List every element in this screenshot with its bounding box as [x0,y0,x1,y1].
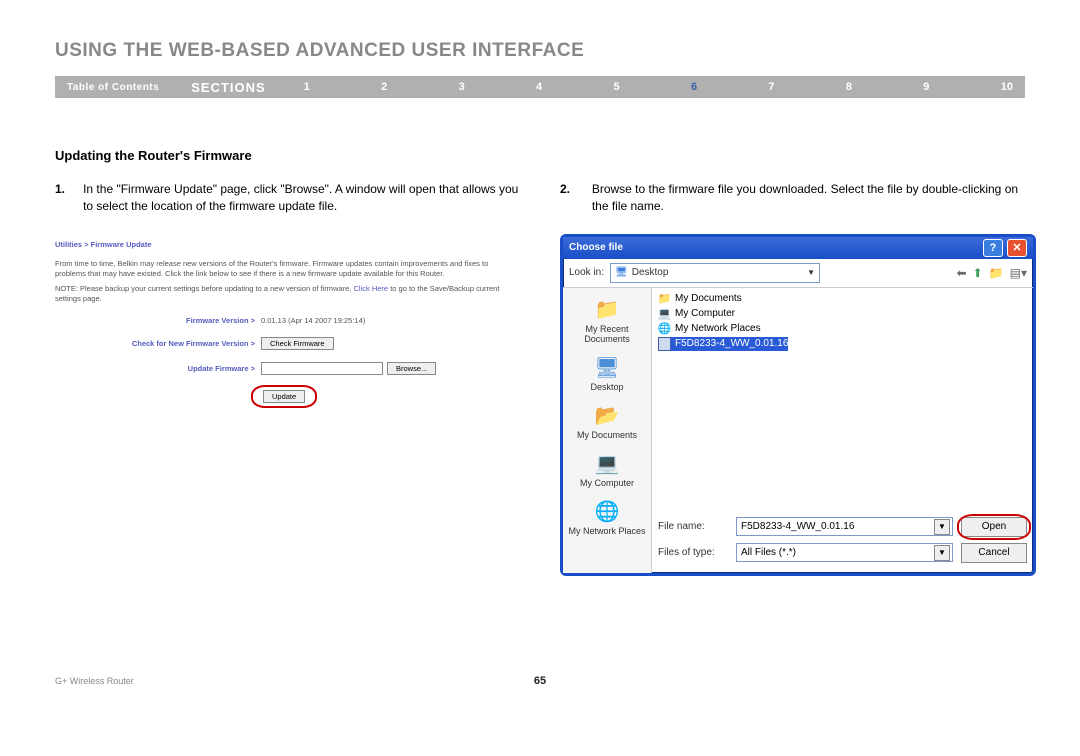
nav-sec-2[interactable]: 2 [381,81,387,93]
nav-toc-link[interactable]: Table of Contents [55,82,171,93]
nav-sec-1[interactable]: 1 [304,81,310,93]
dialog-title-bar: Choose file ? ✕ [563,237,1033,259]
chevron-down-icon[interactable]: ▼ [934,545,950,561]
list-item[interactable]: 📁 My Documents [658,292,1027,306]
choose-file-dialog: Choose file ? ✕ Look in: 🖥 Desktop ▼ [560,234,1036,576]
step-1-text: In the "Firmware Update" page, click "Br… [83,181,520,216]
check-firmware-button[interactable]: Check Firmware [261,337,334,350]
look-in-combo[interactable]: 🖥 Desktop ▼ [610,263,820,283]
firmware-version-label: Firmware Version > [55,316,261,325]
files-of-type-select[interactable]: All Files (*.*) ▼ [736,543,953,562]
list-item-selected[interactable]: F5D8233-4_WW_0.01.16 [658,337,788,351]
step-2-text: Browse to the firmware file you download… [592,181,1025,216]
firmware-update-panel: Utilities > Firmware Update From time to… [55,234,520,412]
browse-button[interactable]: Browse... [387,362,436,375]
nav-sec-7[interactable]: 7 [768,81,774,93]
dialog-toolbar: Look in: 🖥 Desktop ▼ ⬅ ⬆ 📁 ▤▾ [563,259,1033,288]
sub-heading: Updating the Router's Firmware [55,148,520,163]
page-number: 65 [534,675,546,687]
mycomp-icon: 💻 [592,450,622,478]
check-firmware-label: Check for New Firmware Version > [55,339,261,348]
computer-icon: 💻 [658,307,671,320]
nav-sec-10[interactable]: 10 [1001,81,1013,93]
step-2-num: 2. [560,181,574,216]
nav-sec-5[interactable]: 5 [613,81,619,93]
nav-sec-6[interactable]: 6 [691,81,697,93]
file-name-label: File name: [658,521,728,532]
open-button[interactable]: Open [961,517,1027,537]
file-name-input[interactable]: F5D8233-4_WW_0.01.16 ▼ [736,517,953,536]
look-in-value: Desktop [632,267,669,278]
desktop-icon: 🖥 [615,267,628,278]
update-button[interactable]: Update [263,390,305,403]
update-firmware-label: Update Firmware > [55,364,261,373]
dialog-bottom: File name: F5D8233-4_WW_0.01.16 ▼ Open F… [652,511,1033,573]
step-1-num: 1. [55,181,65,216]
chevron-down-icon[interactable]: ▼ [934,519,950,535]
network-icon: 🌐 [592,498,622,526]
close-icon[interactable]: ✕ [1007,239,1027,257]
file-name-value: F5D8233-4_WW_0.01.16 [741,521,854,532]
cancel-button[interactable]: Cancel [961,543,1027,563]
recent-icon: 📁 [592,296,622,324]
list-item[interactable]: 🌐 My Network Places [658,322,1027,336]
list-item[interactable]: 💻 My Computer [658,307,1027,321]
desktop-place-icon: 🖥 [592,354,622,382]
firmware-desc-2: NOTE: Please backup your current setting… [55,284,520,304]
up-icon[interactable]: ⬆ [973,266,983,280]
nav-sec-9[interactable]: 9 [923,81,929,93]
files-of-type-value: All Files (*.*) [741,547,796,558]
firmware-version-value: 0.01.13 (Apr 14 2007 19:25:14) [261,316,365,325]
file-pane: 📁 My Documents 💻 My Computer 🌐 My Networ… [652,288,1033,573]
place-recent[interactable]: 📁 My Recent Documents [563,292,651,348]
update-highlight: Update [255,387,313,406]
product-name: G+ Wireless Router [55,676,134,686]
place-mycomp[interactable]: 💻 My Computer [563,446,651,492]
look-in-label: Look in: [569,267,604,278]
file-icon [658,337,671,350]
step-2: 2. Browse to the firmware file you downl… [560,181,1025,216]
files-of-type-label: Files of type: [658,547,728,558]
nav-sec-3[interactable]: 3 [459,81,465,93]
chevron-down-icon[interactable]: ▼ [807,268,815,277]
nav-sections-label: SECTIONS [171,80,283,95]
file-list: 📁 My Documents 💻 My Computer 🌐 My Networ… [652,288,1033,511]
firmware-note-a: NOTE: Please backup your current setting… [55,284,351,293]
place-desktop[interactable]: 🖥 Desktop [563,350,651,396]
dialog-title: Choose file [569,242,623,253]
help-icon[interactable]: ? [983,239,1003,257]
step-1: 1. In the "Firmware Update" page, click … [55,181,520,216]
view-menu-icon[interactable]: ▤▾ [1010,266,1027,280]
nav-section-numbers: 1 2 3 4 5 6 7 8 9 10 [284,81,1025,93]
firmware-desc-1: From time to time, Belkin may release ne… [55,259,520,279]
place-network[interactable]: 🌐 My Network Places [563,494,651,540]
nav-bar: Table of Contents SECTIONS 1 2 3 4 5 6 7… [55,76,1025,98]
footer: G+ Wireless Router 65 [55,676,1025,686]
new-folder-icon[interactable]: 📁 [989,266,1004,280]
folder-icon: 📁 [658,292,671,305]
firmware-path-input[interactable] [261,362,383,375]
back-icon[interactable]: ⬅ [957,266,967,280]
network-places-icon: 🌐 [658,322,671,335]
nav-sec-8[interactable]: 8 [846,81,852,93]
firmware-breadcrumb: Utilities > Firmware Update [55,240,520,249]
mydocs-icon: 📂 [592,402,622,430]
place-mydocs[interactable]: 📂 My Documents [563,398,651,444]
nav-sec-4[interactable]: 4 [536,81,542,93]
click-here-link[interactable]: Click Here [354,284,389,293]
page-title: USING THE WEB-BASED ADVANCED USER INTERF… [55,40,1025,62]
places-bar: 📁 My Recent Documents 🖥 Desktop 📂 My Doc… [563,288,652,573]
